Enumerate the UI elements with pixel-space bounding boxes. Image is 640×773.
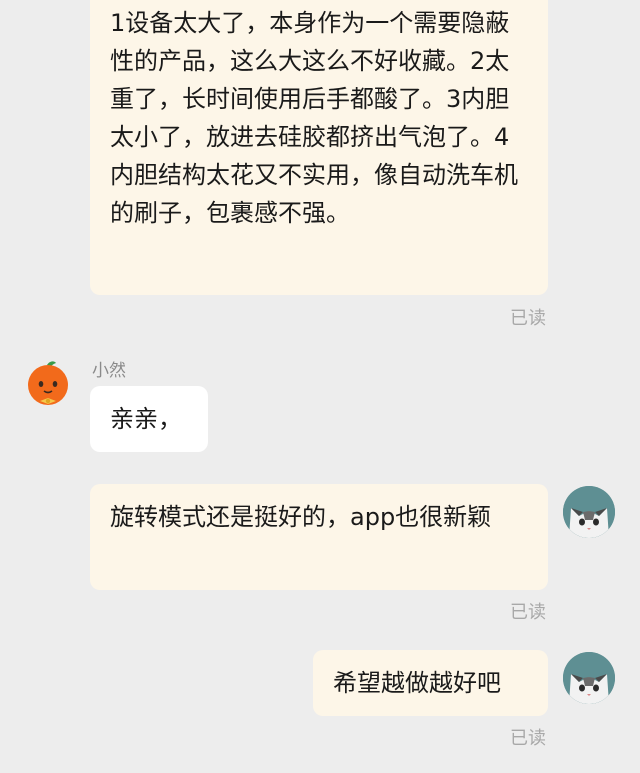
sender-name: 小然	[92, 361, 126, 381]
message-text: 希望越做越好吧	[333, 669, 501, 697]
message-bubble-outgoing[interactable]: 1设备太大了，本身作为一个需要隐蔽性的产品，这么大这么不好收藏。2太重了，长时间…	[90, 0, 548, 295]
message-bubble-outgoing[interactable]: 旋转模式还是挺好的，app也很新颖	[90, 484, 548, 590]
user-avatar[interactable]	[563, 652, 615, 704]
cat-avatar-icon	[563, 652, 615, 704]
message-text: 亲亲，	[110, 405, 182, 433]
message-bubble-outgoing[interactable]: 希望越做越好吧	[313, 650, 548, 716]
read-receipt: 已读	[510, 602, 546, 623]
message-text: 1设备太大了，本身作为一个需要隐蔽性的产品，这么大这么不好收藏。2太重了，长时间…	[110, 9, 518, 227]
orange-mascot-icon	[28, 361, 68, 405]
message-text: 旋转模式还是挺好的，app也很新颖	[110, 503, 492, 531]
cat-avatar-icon	[563, 486, 615, 538]
contact-avatar[interactable]	[22, 357, 74, 409]
read-receipt: 已读	[510, 728, 546, 749]
user-avatar[interactable]	[563, 486, 615, 538]
message-bubble-incoming[interactable]: 亲亲，	[90, 386, 208, 452]
read-receipt: 已读	[510, 308, 546, 329]
